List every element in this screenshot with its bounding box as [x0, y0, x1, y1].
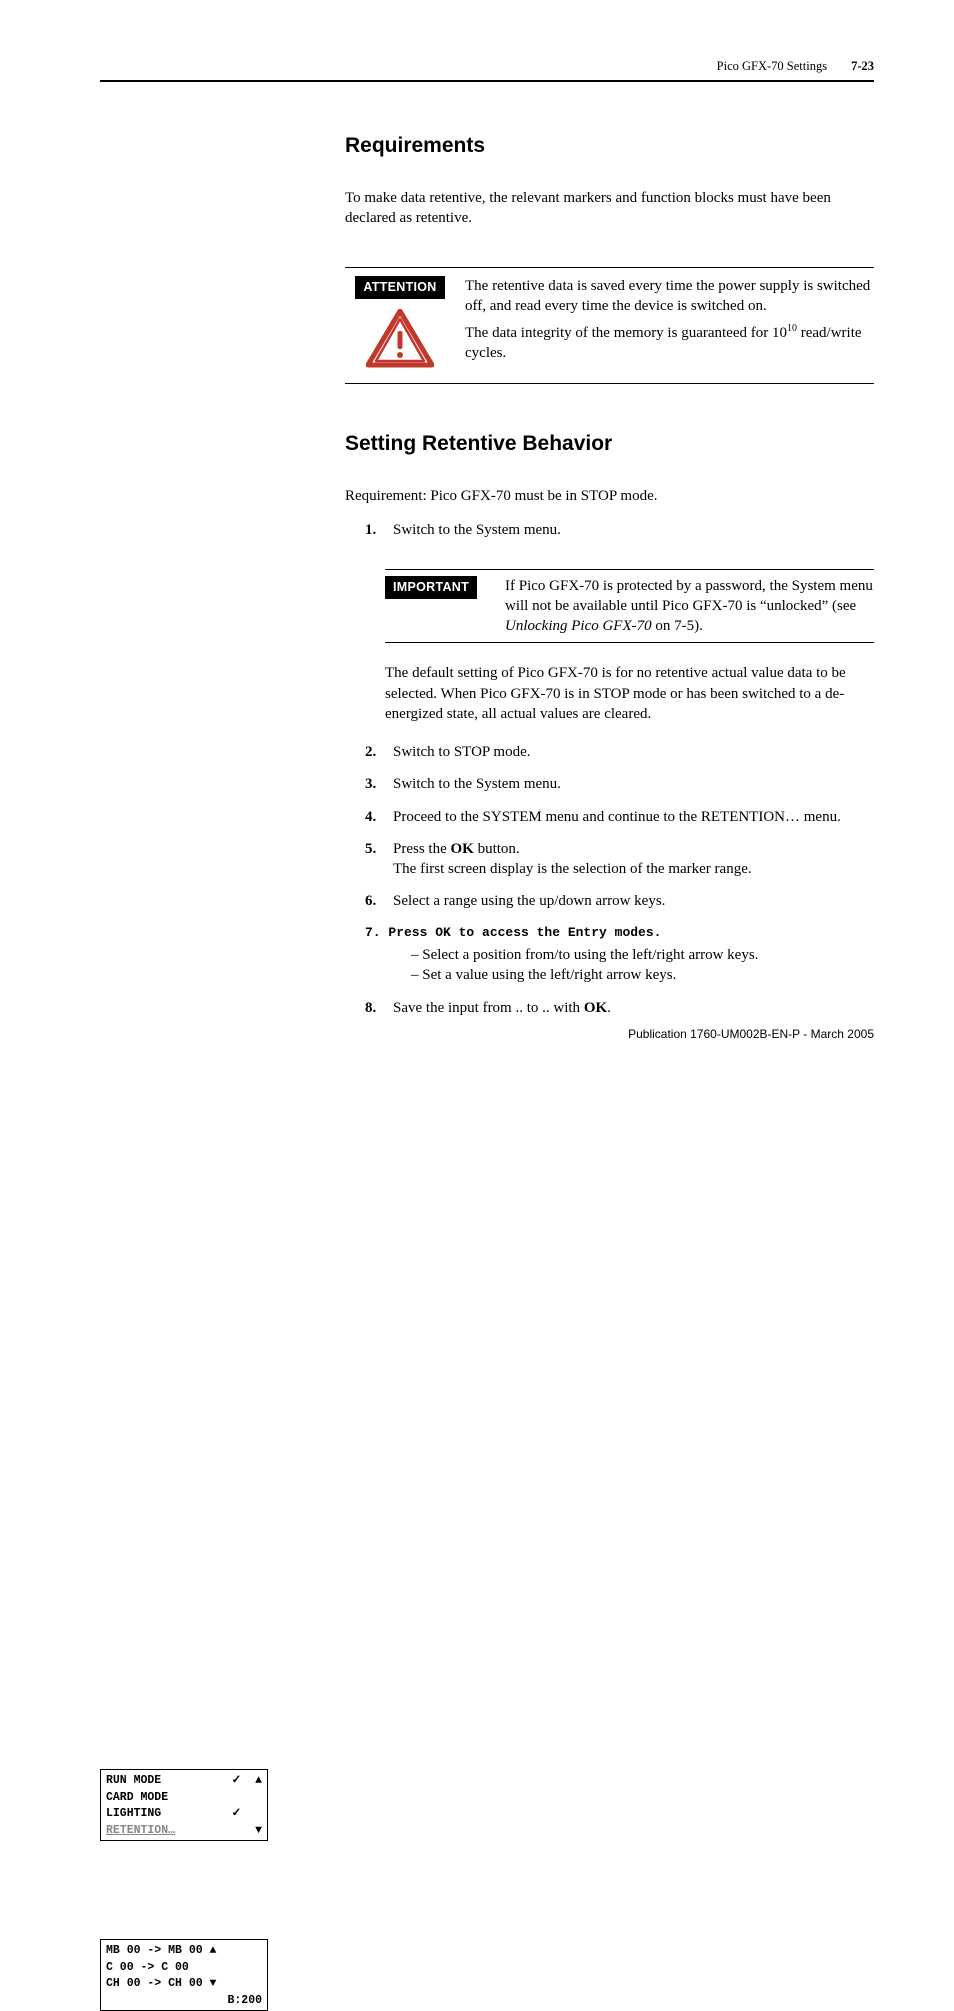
step-1: 1. Switch to the System menu.: [365, 520, 874, 540]
page-header: Pico GFX-70 Settings 7-23: [100, 58, 874, 82]
footer-publication: Publication 1760-UM002B-EN-P - March 200…: [628, 1026, 874, 1042]
header-page-number: 7-23: [851, 58, 874, 75]
attention-text-1: The retentive data is saved every time t…: [465, 276, 874, 317]
lcd-system-menu: RUN MODE✓ ▲ CARD MODE LIGHTING✓ RETENTIO…: [100, 1769, 268, 1841]
header-title: Pico GFX-70 Settings: [717, 58, 827, 75]
requirement-line: Requirement: Pico GFX-70 must be in STOP…: [345, 486, 874, 506]
warning-triangle-icon: [366, 309, 434, 369]
important-text: If Pico GFX-70 is protected by a passwor…: [495, 576, 874, 637]
heading-setting-retentive: Setting Retentive Behavior: [345, 430, 874, 458]
step-2: 2.Switch to STOP mode.: [365, 742, 874, 762]
attention-text-2: The data integrity of the memory is guar…: [465, 322, 874, 364]
lcd-retention-menu: MB 00 -> MB 00 ▲ C 00 -> C 00 CH 00 -> C…: [100, 1939, 268, 2011]
attention-callout: ATTENTION The retentive data is saved ev…: [345, 267, 874, 384]
step-6: 6.Select a range using the up/down arrow…: [365, 891, 874, 911]
step-5: 5. Press the OK button. The first screen…: [365, 839, 874, 880]
default-setting-paragraph: The default setting of Pico GFX-70 is fo…: [385, 663, 874, 724]
important-callout: IMPORTANT If Pico GFX-70 is protected by…: [385, 569, 874, 644]
step-4: 4.Proceed to the SYSTEM menu and continu…: [365, 807, 874, 827]
requirements-paragraph: To make data retentive, the relevant mar…: [345, 188, 874, 229]
step-8: 8. Save the input from .. to .. with OK.: [365, 998, 874, 1018]
step-3: 3.Switch to the System menu.: [365, 774, 874, 794]
attention-badge: ATTENTION: [355, 276, 444, 299]
important-badge: IMPORTANT: [385, 576, 477, 599]
step-7: 7. Press OK to access the Entry modes. S…: [365, 924, 874, 986]
heading-requirements: Requirements: [345, 132, 874, 160]
